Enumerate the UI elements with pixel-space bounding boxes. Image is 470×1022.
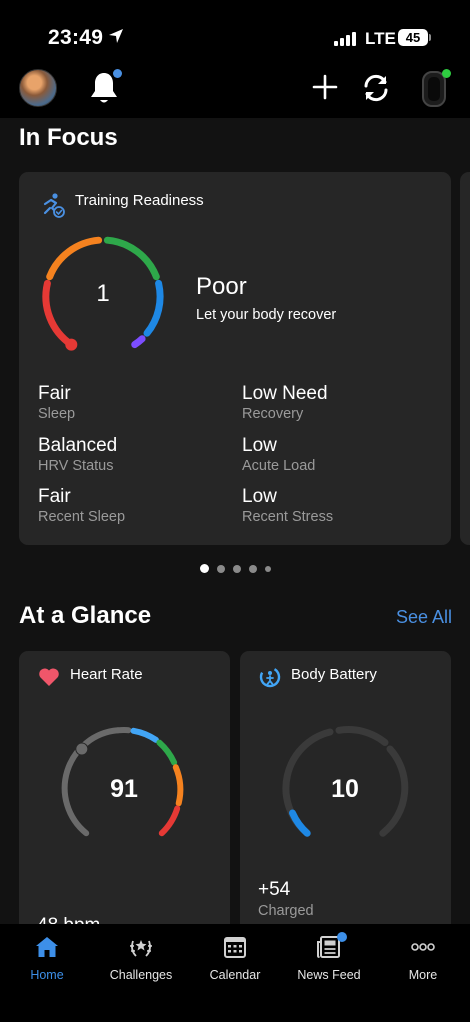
body-battery-charged-label: Charged bbox=[258, 903, 314, 919]
training-readiness-icon bbox=[43, 193, 65, 218]
metric-label: Sleep bbox=[38, 406, 76, 422]
tab-label: Calendar bbox=[209, 968, 261, 982]
home-scroll-content[interactable]: In Focus Training Readiness 1 Poor Let y… bbox=[0, 118, 470, 924]
tab-label: More bbox=[408, 968, 438, 982]
in-focus-title: In Focus bbox=[19, 124, 118, 151]
page-dot[interactable] bbox=[248, 564, 257, 573]
gauge-indicator bbox=[65, 338, 78, 351]
gauge-segment-green bbox=[103, 236, 160, 281]
tab-label: News Feed bbox=[297, 968, 361, 982]
notification-dot bbox=[113, 69, 122, 78]
tab-challenges[interactable]: Challenges bbox=[94, 934, 188, 982]
plus-icon[interactable] bbox=[310, 72, 340, 102]
more-icon bbox=[411, 943, 435, 951]
body-battery-card[interactable]: Body Battery 10 +54 Charged bbox=[240, 651, 451, 924]
app-header bbox=[0, 62, 470, 118]
battery-level: 45 bbox=[405, 30, 421, 45]
metric-value: Low bbox=[242, 486, 277, 507]
tab-label: Challenges bbox=[109, 968, 173, 982]
network-type: LTE bbox=[365, 29, 396, 48]
metric-label: Recent Stress bbox=[242, 509, 334, 525]
page-dot[interactable] bbox=[216, 564, 225, 573]
readiness-score: 1 bbox=[96, 280, 110, 307]
metric-value: Fair bbox=[38, 486, 71, 507]
metric-hrv-status: Balanced HRV Status bbox=[38, 434, 228, 476]
tab-more[interactable]: More bbox=[376, 934, 470, 982]
metric-recovery: Low Need Recovery bbox=[242, 382, 432, 424]
training-readiness-card[interactable]: Training Readiness 1 Poor Let your body … bbox=[19, 172, 451, 545]
metric-value: Fair bbox=[38, 383, 71, 404]
metric-label: Acute Load bbox=[242, 458, 316, 474]
page-dot[interactable] bbox=[199, 564, 209, 573]
metric-label: HRV Status bbox=[38, 458, 114, 474]
tab-home[interactable]: Home bbox=[0, 934, 94, 982]
card-title: Training Readiness bbox=[75, 192, 204, 209]
home-icon bbox=[36, 937, 58, 957]
battery-icon: 45 bbox=[398, 29, 428, 46]
gauge-indicator bbox=[75, 742, 89, 756]
gauge-segment-orange bbox=[46, 236, 103, 281]
body-battery-icon bbox=[259, 666, 281, 688]
page-dot[interactable] bbox=[232, 564, 241, 573]
body-battery-label: Body Battery bbox=[291, 666, 377, 683]
device-connected-dot bbox=[442, 69, 451, 78]
profile-avatar[interactable] bbox=[19, 69, 57, 107]
metric-label: Recent Sleep bbox=[38, 509, 126, 525]
metric-acute-load: Low Acute Load bbox=[242, 434, 432, 476]
see-all-link[interactable]: See All bbox=[396, 607, 452, 628]
calendar-icon bbox=[224, 937, 246, 958]
sync-icon[interactable] bbox=[360, 72, 392, 104]
metric-recent-stress: Low Recent Stress bbox=[242, 485, 432, 527]
news-feed-badge-dot bbox=[337, 932, 347, 942]
readiness-status: Poor bbox=[196, 273, 247, 300]
metric-value: Balanced bbox=[38, 435, 118, 456]
cellular-signal-icon bbox=[334, 30, 356, 46]
readiness-message: Let your body recover bbox=[196, 307, 337, 323]
bottom-tab-bar: Home Challenges Calendar News Feed More bbox=[0, 924, 470, 1022]
heart-icon bbox=[39, 668, 59, 686]
at-a-glance-title: At a Glance bbox=[19, 602, 152, 629]
metric-recent-sleep: Fair Recent Sleep bbox=[38, 485, 228, 527]
heart-rate-label: Heart Rate bbox=[70, 666, 143, 683]
heart-rate-card[interactable]: Heart Rate 91 48 bpm bbox=[19, 651, 230, 924]
body-battery-charged-value: +54 bbox=[258, 879, 291, 900]
next-focus-card-peek[interactable] bbox=[460, 172, 470, 545]
metric-value: Low Need bbox=[242, 383, 328, 404]
metric-sleep: Fair Sleep bbox=[38, 382, 228, 424]
body-battery-level-arc bbox=[289, 809, 311, 837]
metric-value: Low bbox=[242, 435, 277, 456]
resting-heart-rate: 48 bpm bbox=[37, 915, 100, 924]
gauge-segment-purple bbox=[131, 335, 146, 349]
heart-rate-value: 91 bbox=[110, 775, 138, 803]
location-arrow-icon bbox=[109, 29, 123, 43]
laurel-icon bbox=[130, 940, 152, 957]
tab-news-feed[interactable]: News Feed bbox=[282, 932, 376, 982]
carousel-page-indicator[interactable] bbox=[0, 564, 470, 573]
page-dot[interactable] bbox=[264, 565, 271, 572]
status-bar: 23:49 LTE 45 bbox=[0, 0, 470, 62]
status-time: 23:49 bbox=[48, 26, 104, 49]
body-battery-value: 10 bbox=[331, 775, 359, 803]
metric-label: Recovery bbox=[242, 406, 304, 422]
battery-cap bbox=[429, 34, 431, 41]
tab-label: Home bbox=[30, 968, 64, 982]
tab-calendar[interactable]: Calendar bbox=[188, 934, 282, 982]
